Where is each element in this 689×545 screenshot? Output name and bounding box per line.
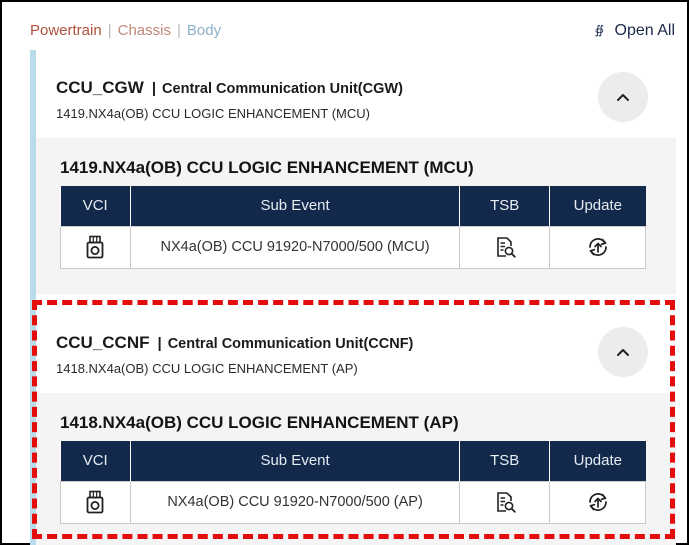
chevron-up-icon	[617, 94, 629, 101]
section-body: 1419.NX4a(OB) CCU LOGIC ENHANCEMENT (MCU…	[36, 138, 676, 294]
event-section-cgw: CCU_CGW | Central Communication Unit(CGW) …	[36, 50, 676, 294]
section-name: Central Communication Unit(CGW)	[162, 81, 403, 97]
sub-event-cell: NX4a(OB) CCU 91920-N7000/500 (MCU)	[129, 225, 461, 269]
update-cell[interactable]	[549, 225, 646, 269]
col-header-sub-event: Sub Event	[130, 186, 461, 226]
tsb-document-search-icon	[496, 237, 516, 258]
double-chevron-down-icon: ∯	[594, 23, 605, 37]
system-tabs: Powertrain | Chassis | Body	[30, 22, 221, 39]
table-header-row: VCI Sub Event TSB Update	[60, 186, 646, 226]
section-separator: |	[151, 80, 157, 97]
col-header-tsb: TSB	[459, 186, 551, 226]
vci-device-icon	[87, 235, 104, 259]
open-all-button[interactable]: ∯ Open All	[595, 22, 675, 40]
collapse-button[interactable]	[598, 72, 648, 122]
update-cloud-icon	[588, 238, 607, 256]
tab-body[interactable]: Body	[187, 22, 221, 39]
section-code-line: CCU_CGW | Central Communication Unit(CGW)	[56, 78, 403, 98]
col-header-update: Update	[549, 186, 646, 226]
event-table: VCI Sub Event TSB Update NX4a(OB) CCU 91…	[60, 186, 646, 269]
open-all-label: Open All	[614, 22, 675, 39]
event-title: 1419.NX4a(OB) CCU LOGIC ENHANCEMENT (MCU…	[60, 158, 474, 177]
tab-chassis[interactable]: Chassis	[118, 22, 171, 39]
tab-separator: |	[176, 22, 181, 39]
tab-separator: |	[107, 22, 112, 39]
tsb-cell[interactable]	[459, 225, 551, 269]
section-subtitle: 1419.NX4a(OB) CCU LOGIC ENHANCEMENT (MCU…	[56, 106, 370, 121]
section-header[interactable]: CCU_CGW | Central Communication Unit(CGW) …	[36, 50, 676, 138]
col-header-vci: VCI	[60, 186, 131, 226]
screenshot-frame: Powertrain | Chassis | Body ∯ Open All CCU_C…	[0, 0, 689, 545]
section-code: CCU_CGW	[56, 78, 144, 97]
highlight-dashed-box	[32, 300, 675, 539]
top-nav: Powertrain | Chassis | Body ∯ Open All	[30, 22, 675, 42]
table-row: NX4a(OB) CCU 91920-N7000/500 (MCU)	[60, 225, 646, 269]
vci-cell[interactable]	[60, 225, 131, 269]
tab-powertrain[interactable]: Powertrain	[30, 22, 102, 39]
